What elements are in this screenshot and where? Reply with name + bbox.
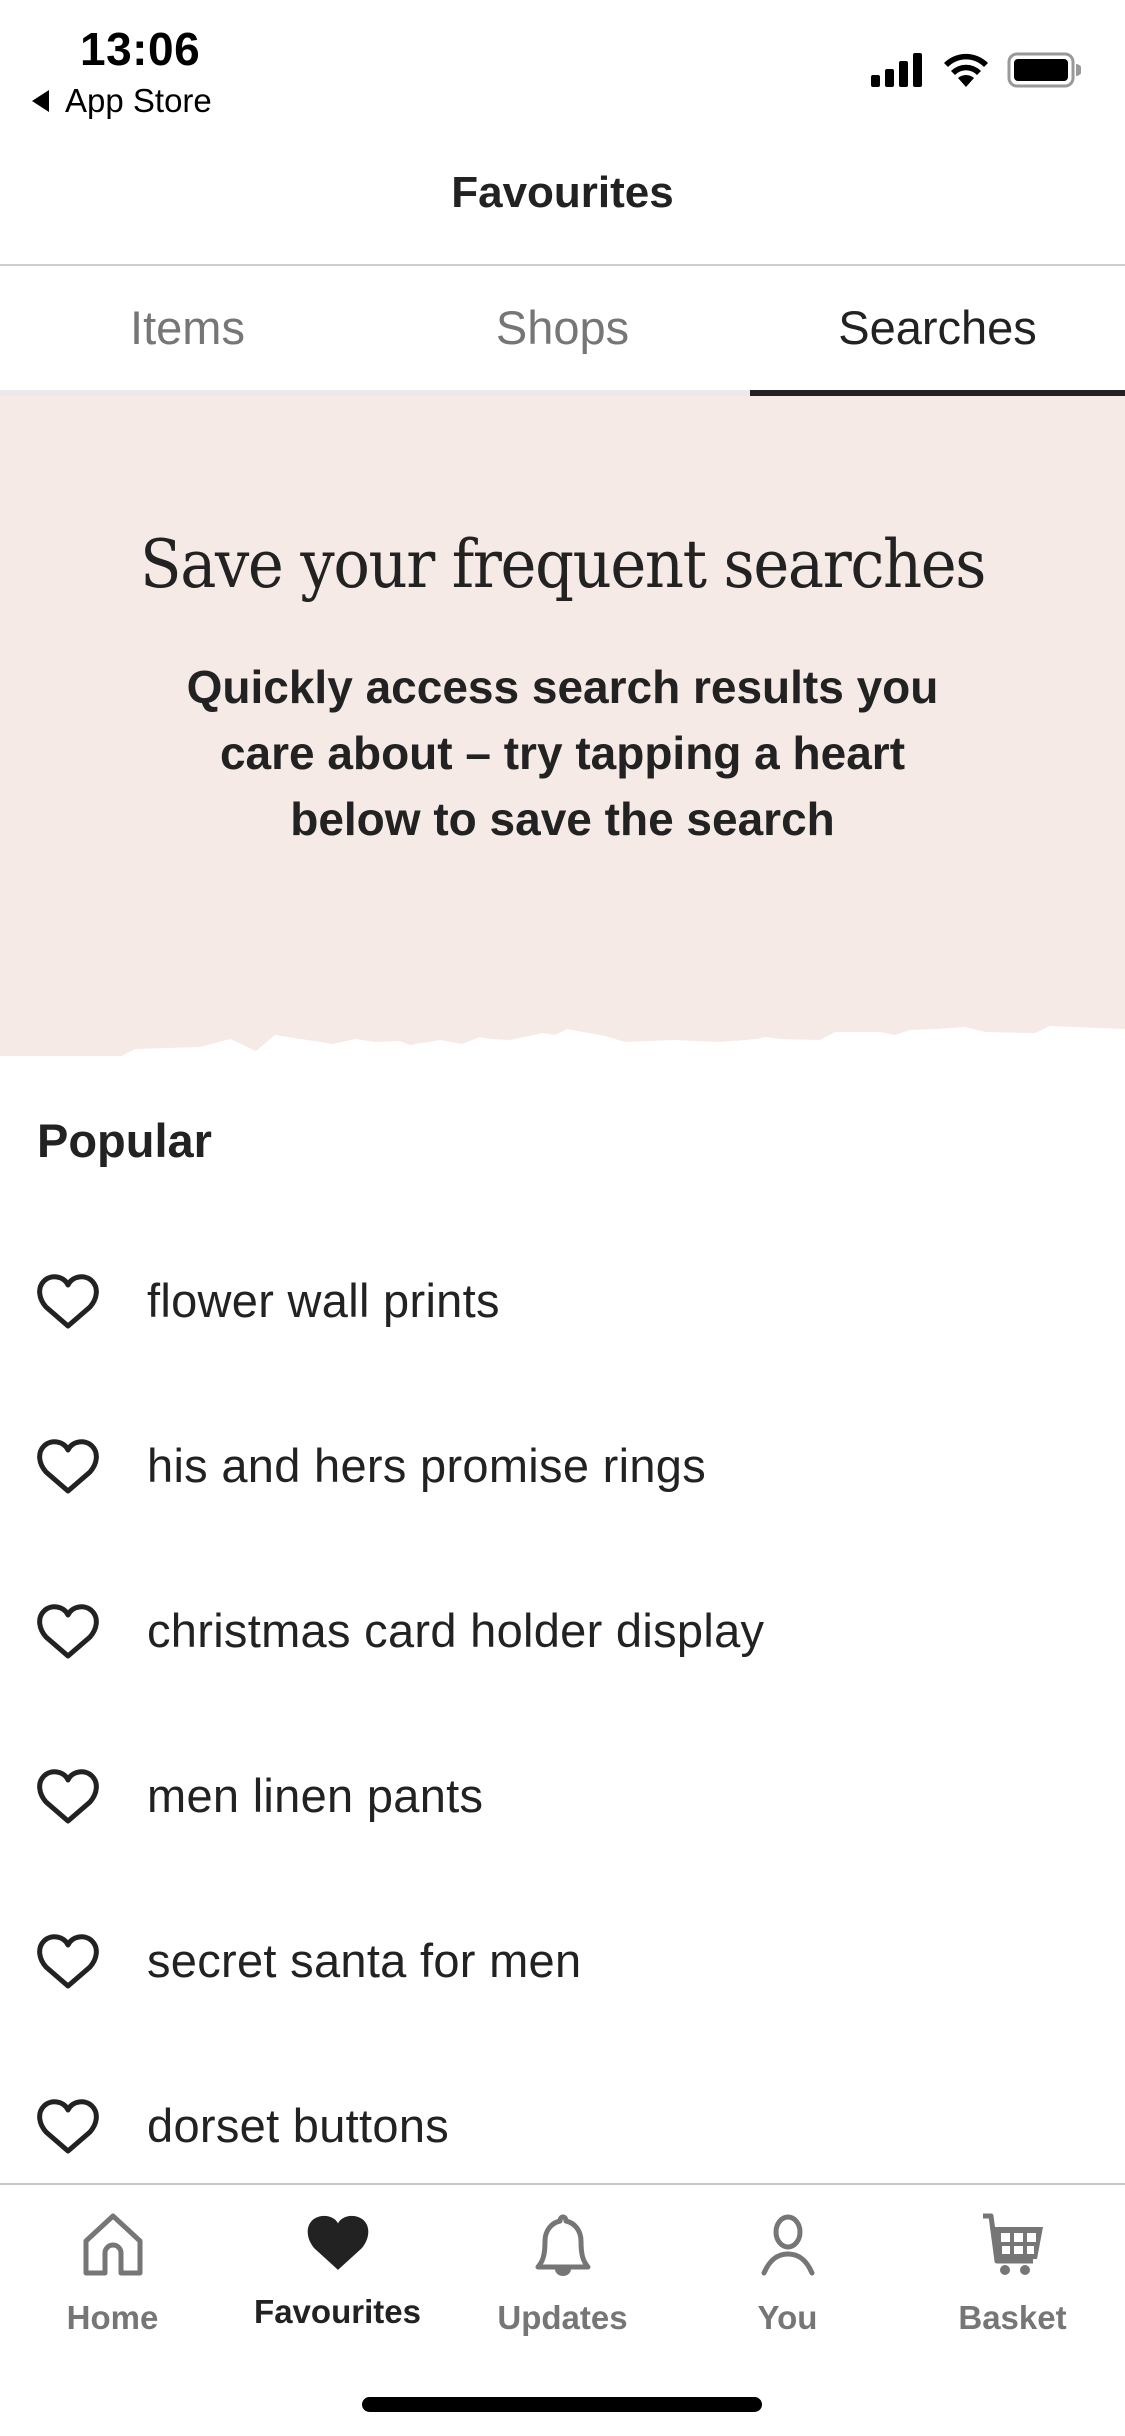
search-term-label: secret santa for men — [147, 1934, 582, 1987]
tabbar-label: You — [757, 2299, 818, 2336]
heart-outline-icon[interactable] — [37, 1273, 99, 1329]
back-app-label: App Store — [65, 82, 212, 119]
bell-icon — [535, 2214, 590, 2276]
battery-icon — [1007, 52, 1081, 88]
popular-search-item[interactable]: flower wall prints — [0, 1218, 1125, 1383]
popular-search-item[interactable]: secret santa for men — [0, 1878, 1125, 2043]
favourites-tabs: Items Shops Searches — [0, 266, 1125, 396]
tabbar-label: Favourites — [254, 2293, 421, 2330]
status-icons — [871, 52, 1081, 88]
search-term-label: flower wall prints — [147, 1274, 500, 1327]
cellular-signal-icon — [871, 53, 922, 87]
back-triangle-icon — [32, 90, 49, 112]
search-term-label: dorset buttons — [147, 2099, 450, 2152]
banner-body: Quickly access search results you care a… — [186, 661, 939, 845]
search-term-label: his and hers promise rings — [147, 1439, 706, 1492]
tabbar-item-basket[interactable]: Basket — [900, 2213, 1125, 2336]
back-to-app-store-button[interactable]: App Store — [32, 82, 212, 120]
tabbar-label: Basket — [958, 2299, 1067, 2336]
home-indicator[interactable] — [362, 2397, 762, 2412]
heart-outline-icon[interactable] — [37, 1768, 99, 1824]
popular-search-item[interactable]: his and hers promise rings — [0, 1383, 1125, 1548]
tabbar-item-updates[interactable]: Updates — [450, 2213, 675, 2336]
search-term-label: christmas card holder display — [147, 1604, 765, 1657]
person-icon — [761, 2214, 814, 2276]
cart-icon — [982, 2213, 1043, 2275]
save-searches-banner: Save your frequent searches Quickly acce… — [0, 396, 1125, 1056]
popular-searches-list: flower wall prints his and hers promise … — [0, 1218, 1125, 2208]
tab-shops[interactable]: Shops — [375, 266, 750, 396]
popular-heading: Popular — [37, 1114, 212, 1167]
status-time: 13:06 — [80, 23, 201, 75]
banner-title: Save your frequent searches — [139, 526, 986, 603]
tabbar-item-home[interactable]: Home — [0, 2213, 225, 2336]
tabbar-label: Updates — [497, 2299, 628, 2336]
tab-items[interactable]: Items — [0, 266, 375, 396]
wifi-icon — [944, 53, 988, 87]
popular-search-item[interactable]: men linen pants — [0, 1713, 1125, 1878]
tabbar-label: Home — [66, 2299, 159, 2336]
heart-outline-icon[interactable] — [37, 1603, 99, 1659]
popular-search-item[interactable]: christmas card holder display — [0, 1548, 1125, 1713]
heart-filled-icon — [307, 2215, 368, 2270]
tab-searches[interactable]: Searches — [750, 266, 1125, 396]
tabbar-item-favourites[interactable]: Favourites — [225, 2213, 450, 2330]
heart-outline-icon[interactable] — [37, 1438, 99, 1494]
heart-outline-icon[interactable] — [37, 2098, 99, 2154]
heart-outline-icon[interactable] — [37, 1933, 99, 1989]
status-bar: 13:06 App Store — [0, 0, 1125, 130]
home-icon — [83, 2213, 142, 2276]
page-title: Favourites — [451, 168, 674, 217]
tabbar-item-you[interactable]: You — [675, 2213, 900, 2336]
search-term-label: men linen pants — [147, 1769, 484, 1822]
